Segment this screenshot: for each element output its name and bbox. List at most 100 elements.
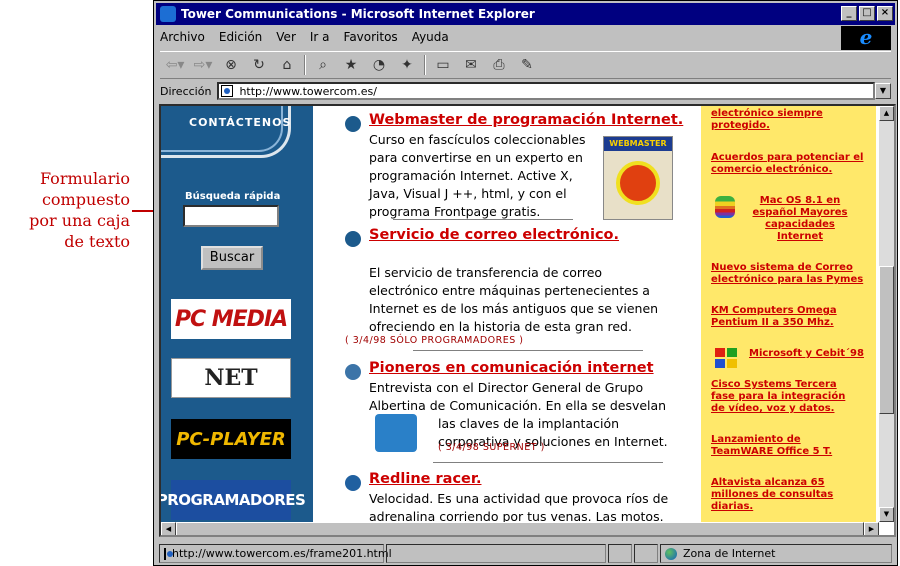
globe-icon bbox=[665, 547, 677, 560]
window-title: Tower Communications - Microsoft Interne… bbox=[181, 7, 535, 21]
address-label: Dirección bbox=[160, 84, 212, 98]
article-body: Velocidad. Es una actividad que provoca … bbox=[369, 490, 699, 526]
forward-arrow-icon[interactable]: ⇨▾ bbox=[192, 55, 214, 75]
article-date: ( 3/4/98 SUPERNET ) bbox=[438, 442, 545, 453]
news-link[interactable]: Altavista alcanza 65 millones de consult… bbox=[711, 477, 851, 513]
article-title[interactable]: Pioneros en comunicación internet bbox=[369, 360, 654, 376]
toolbar: ⇦▾ ⇨▾ ⊗ ↻ ⌂ ⌕ ★ ◔ ✦ ▭ ✉ ⎙ ✎ bbox=[160, 51, 891, 79]
news-link[interactable]: KM Computers Omega Pentium II a 350 Mhz. bbox=[711, 305, 861, 329]
article-line: Entrevista con el Director General de Gr… bbox=[369, 380, 644, 395]
search-button[interactable]: Buscar bbox=[201, 246, 263, 270]
contact-heading[interactable]: CONTÁCTENOS bbox=[189, 116, 291, 129]
divider bbox=[433, 462, 663, 463]
decorative-curve bbox=[161, 106, 291, 158]
annotation-line: compuesto bbox=[41, 190, 130, 209]
net-magazine-banner[interactable]: NET bbox=[171, 358, 291, 398]
article-title[interactable]: Redline racer. bbox=[369, 471, 481, 487]
status-panel bbox=[634, 544, 658, 563]
annotation-line: Formulario bbox=[39, 169, 130, 188]
toolbar-separator bbox=[304, 55, 306, 75]
monitor-icon bbox=[345, 116, 361, 132]
address-dropdown-button[interactable]: ▼ bbox=[875, 83, 891, 99]
windows-logo-icon bbox=[715, 348, 739, 370]
refresh-icon[interactable]: ↻ bbox=[248, 55, 270, 75]
status-bar: http://www.towercom.es/frame201.html Zon… bbox=[159, 544, 892, 563]
minimize-button[interactable]: _ bbox=[841, 6, 857, 21]
article-line: Java, Visual J ++, html, y con el bbox=[369, 186, 567, 201]
edit-icon[interactable]: ✎ bbox=[516, 55, 538, 75]
back-arrow-icon[interactable]: ⇦▾ bbox=[164, 55, 186, 75]
article-line: Velocidad. Es una actividad que provoca … bbox=[369, 491, 669, 506]
article-title[interactable]: Webmaster de programación Internet. bbox=[369, 112, 683, 128]
solo-programadores-banner[interactable]: PROGRAMADORES bbox=[161, 480, 306, 520]
search-input[interactable] bbox=[183, 205, 279, 227]
status-zone: Zona de Internet bbox=[660, 544, 892, 563]
search-icon[interactable]: ⌕ bbox=[312, 55, 334, 75]
history-icon[interactable]: ◔ bbox=[368, 55, 390, 75]
ie-app-icon bbox=[160, 6, 176, 22]
page-viewport: CONTÁCTENOS Búsqueda rápida Buscar PC ME… bbox=[159, 104, 896, 537]
pc-player-banner[interactable]: PC-PLAYER bbox=[171, 419, 291, 459]
menu-edicion[interactable]: Edición bbox=[219, 30, 262, 44]
address-bar: Dirección http://www.towercom.es/ ▼ bbox=[160, 81, 891, 101]
menu-ir-a[interactable]: Ir a bbox=[310, 30, 330, 44]
news-link[interactable]: electrónico siempre protegido. bbox=[711, 108, 871, 132]
article-title[interactable]: Servicio de correo electrónico. bbox=[369, 227, 619, 243]
apple-logo-icon bbox=[715, 196, 735, 218]
news-link[interactable]: Nuevo sistema de Correo electrónico para… bbox=[711, 262, 871, 286]
scroll-left-button[interactable]: ◀ bbox=[161, 522, 176, 535]
article-line: Internet es de los más antiguos que se v… bbox=[369, 301, 659, 316]
menu-archivo[interactable]: Archivo bbox=[160, 30, 205, 44]
news-link[interactable]: Cisco Systems Tercera fase para la integ… bbox=[711, 379, 851, 415]
article-line: Curso en fascículos coleccionables bbox=[369, 132, 586, 147]
print-icon[interactable]: ⎙ bbox=[488, 55, 510, 75]
search-label: Búsqueda rápida bbox=[185, 191, 281, 202]
close-button[interactable]: × bbox=[877, 6, 893, 21]
divider bbox=[393, 219, 573, 220]
scroll-down-button[interactable]: ▼ bbox=[879, 507, 894, 522]
status-url: http://www.towercom.es/frame201.html bbox=[159, 544, 392, 563]
favorites-icon[interactable]: ★ bbox=[340, 55, 362, 75]
news-link[interactable]: Mac OS 8.1 en español Mayores capacidade… bbox=[745, 195, 855, 243]
status-zone-text: Zona de Internet bbox=[683, 547, 776, 560]
scroll-thumb[interactable] bbox=[879, 266, 894, 414]
article-line: las claves de la implantación bbox=[438, 416, 620, 431]
stop-icon[interactable]: ⊗ bbox=[220, 55, 242, 75]
page-icon bbox=[221, 85, 234, 97]
article-line: El servicio de transferencia de correo bbox=[369, 265, 603, 280]
magazine-masthead: WEBMASTER bbox=[604, 137, 672, 151]
scroll-up-button[interactable]: ▲ bbox=[879, 106, 894, 121]
article-body: El servicio de transferencia de correo e… bbox=[369, 264, 658, 336]
menu-ayuda[interactable]: Ayuda bbox=[412, 30, 449, 44]
news-link[interactable]: Acuerdos para potenciar el comercio elec… bbox=[711, 152, 871, 176]
info-icon bbox=[345, 475, 361, 491]
toolbar-separator bbox=[424, 55, 426, 75]
menu-favoritos[interactable]: Favoritos bbox=[344, 30, 398, 44]
horizontal-scroll-thumb[interactable] bbox=[176, 522, 864, 535]
mail-icon[interactable]: ✉ bbox=[460, 55, 482, 75]
article-body: Entrevista con el Director General de Gr… bbox=[369, 379, 699, 451]
annotation-caption: Formulario compuesto por una caja de tex… bbox=[0, 168, 130, 252]
horizontal-scrollbar[interactable]: ◀ ▶ bbox=[161, 522, 879, 535]
pc-media-banner[interactable]: PC MEDIA bbox=[171, 299, 291, 339]
fullscreen-icon[interactable]: ▭ bbox=[432, 55, 454, 75]
news-link[interactable]: Microsoft y Cebit´98 bbox=[749, 348, 869, 360]
net-logo-text: NET bbox=[204, 365, 258, 391]
status-url-text: http://www.towercom.es/frame201.html bbox=[172, 547, 392, 560]
annotation-line: por una caja bbox=[29, 211, 130, 230]
annotation-line: de texto bbox=[64, 232, 130, 251]
home-icon[interactable]: ⌂ bbox=[276, 55, 298, 75]
vertical-scrollbar[interactable]: ▲ ▼ bbox=[879, 106, 894, 522]
address-input[interactable]: http://www.towercom.es/ bbox=[217, 82, 875, 100]
title-bar: Tower Communications - Microsoft Interne… bbox=[156, 3, 895, 25]
address-url: http://www.towercom.es/ bbox=[239, 84, 377, 98]
hand-phone-image bbox=[375, 414, 417, 452]
article-line: Albertina de Comunicación. En ella se de… bbox=[369, 398, 667, 413]
article-line: programación Internet. Active X, bbox=[369, 168, 573, 183]
channels-icon[interactable]: ✦ bbox=[396, 55, 418, 75]
menu-ver[interactable]: Ver bbox=[276, 30, 296, 44]
scroll-right-button[interactable]: ▶ bbox=[864, 522, 879, 535]
page-icon bbox=[164, 547, 173, 560]
maximize-button[interactable]: □ bbox=[859, 6, 875, 21]
news-link[interactable]: Lanzamiento de TeamWARE Office 5 T. bbox=[711, 434, 851, 458]
